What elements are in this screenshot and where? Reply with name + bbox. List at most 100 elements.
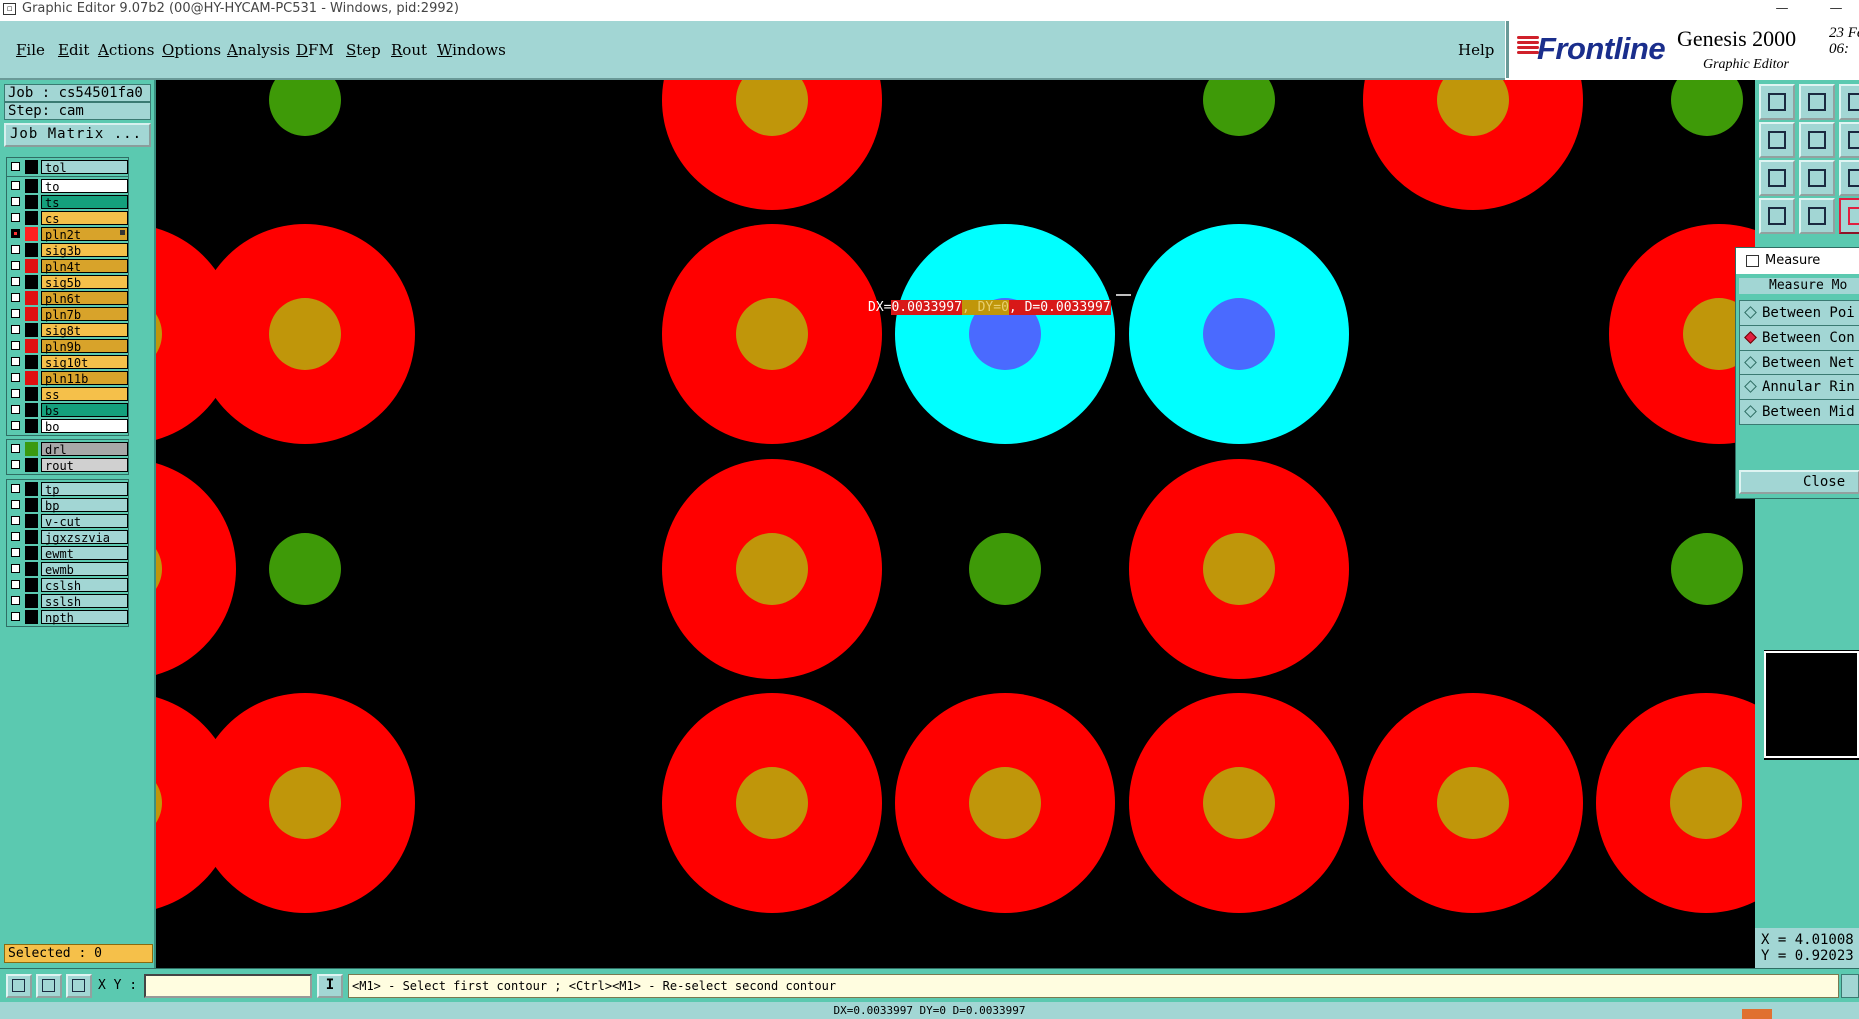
layer-name[interactable]: ewmb: [41, 562, 128, 577]
layer-name[interactable]: pln11b: [41, 371, 128, 386]
layer-checkbox[interactable]: [11, 341, 20, 350]
pad-hole[interactable]: [1670, 767, 1742, 839]
pan-left-button[interactable]: [1759, 122, 1795, 158]
layer-color-swatch[interactable]: [25, 323, 38, 337]
layer-row-sig3b[interactable]: sig3b: [7, 242, 128, 258]
layer-color-swatch[interactable]: [25, 458, 38, 472]
layer-checkbox[interactable]: [11, 325, 20, 334]
drill-hit[interactable]: [1203, 80, 1275, 136]
layer-checkbox[interactable]: [11, 516, 20, 525]
layer-checkbox[interactable]: [11, 460, 20, 469]
layer-checkbox[interactable]: [11, 373, 20, 382]
layer-checkbox[interactable]: [11, 421, 20, 430]
drill-hit[interactable]: [1671, 80, 1743, 136]
layer-name[interactable]: pln9b: [41, 339, 128, 354]
menu-file[interactable]: File: [16, 41, 45, 59]
pad-hole[interactable]: [969, 767, 1041, 839]
layer-row-pln4t[interactable]: pln4t: [7, 258, 128, 274]
radio-icon[interactable]: [1744, 405, 1757, 418]
layer-checkbox[interactable]: [11, 580, 20, 589]
layer-color-swatch[interactable]: [25, 371, 38, 385]
measure-tool-button[interactable]: [1839, 198, 1859, 234]
layer-color-swatch[interactable]: [25, 387, 38, 401]
layer-row-ewmb[interactable]: ewmb: [7, 561, 128, 577]
layer-name[interactable]: tol: [41, 160, 128, 175]
layer-row-ts[interactable]: ts: [7, 194, 128, 210]
layer-name[interactable]: ewmt: [41, 546, 128, 561]
zoom-center-button[interactable]: [1799, 160, 1835, 196]
layer-row-pln11b[interactable]: pln11b: [7, 370, 128, 386]
layer-checkbox[interactable]: [11, 277, 20, 286]
layer-color-swatch[interactable]: [25, 562, 38, 576]
layer-row-ss[interactable]: ss: [7, 386, 128, 402]
layer-name[interactable]: bs: [41, 403, 128, 418]
layer-color-swatch[interactable]: [25, 546, 38, 560]
canvas-drawing[interactable]: [156, 80, 1755, 968]
zoom-fit-button[interactable]: [1759, 160, 1795, 196]
layer-name[interactable]: bp: [41, 498, 128, 513]
close-window-button[interactable]: —: [1816, 0, 1856, 20]
layer-row-pln9b[interactable]: pln9b: [7, 338, 128, 354]
layer-name[interactable]: pln6t: [41, 291, 128, 306]
drill-hit[interactable]: [269, 80, 341, 136]
layer-checkbox[interactable]: [11, 484, 20, 493]
layer-checkbox[interactable]: [11, 389, 20, 398]
layer-row-v-cut[interactable]: v-cut: [7, 513, 128, 529]
layer-checkbox[interactable]: [11, 532, 20, 541]
layer-row-pln6t[interactable]: pln6t: [7, 290, 128, 306]
layer-name[interactable]: jgxzszvia: [41, 530, 128, 545]
layer-color-swatch[interactable]: [25, 160, 38, 174]
radio-icon[interactable]: [1744, 356, 1757, 369]
layer-row-tol[interactable]: tol: [7, 159, 128, 175]
layer-row-sig10t[interactable]: sig10t: [7, 354, 128, 370]
radio-icon[interactable]: [1744, 380, 1757, 393]
layer-checkbox[interactable]: [11, 293, 20, 302]
layer-checkbox[interactable]: [11, 357, 20, 366]
layer-row-tp[interactable]: tp: [7, 481, 128, 497]
layer-name[interactable]: sig3b: [41, 243, 128, 258]
layer-checkbox[interactable]: [11, 229, 20, 238]
layer-row-npth[interactable]: npth: [7, 609, 128, 625]
info-button[interactable]: I: [317, 974, 343, 998]
layer-row-pln7b[interactable]: pln7b: [7, 306, 128, 322]
layer-row-rout[interactable]: rout: [7, 457, 128, 473]
layer-checkbox[interactable]: [11, 405, 20, 414]
zoom-one-to-one-button[interactable]: [1839, 160, 1859, 196]
layer-color-swatch[interactable]: [25, 307, 38, 321]
layer-name[interactable]: drl: [41, 442, 128, 457]
layer-checkbox[interactable]: [11, 181, 20, 190]
layer-color-swatch[interactable]: [25, 442, 38, 456]
menu-dfm[interactable]: DFM: [296, 41, 334, 59]
zoom-home-button[interactable]: [1759, 84, 1795, 120]
minimize-button[interactable]: —: [1762, 0, 1802, 20]
menu-options[interactable]: Options: [162, 41, 221, 59]
pad-hole[interactable]: [736, 533, 808, 605]
layer-name[interactable]: v-cut: [41, 514, 128, 529]
layer-row-cslsh[interactable]: cslsh: [7, 577, 128, 593]
layer-checkbox[interactable]: [11, 444, 20, 453]
grid-snap-button[interactable]: [66, 974, 92, 998]
layer-checkbox[interactable]: [11, 564, 20, 573]
layer-checkbox[interactable]: [11, 261, 20, 270]
overview-frame[interactable]: [1764, 651, 1859, 758]
menu-rout[interactable]: Rout: [391, 41, 427, 59]
save-view-button[interactable]: [1839, 84, 1859, 120]
layer-name[interactable]: pln2t: [41, 227, 128, 242]
pad[interactable]: [156, 459, 236, 679]
layer-name[interactable]: cs: [41, 211, 128, 226]
layer-row-sig8t[interactable]: sig8t: [7, 322, 128, 338]
layer-name[interactable]: rout: [41, 458, 128, 473]
layer-checkbox[interactable]: [11, 213, 20, 222]
pad-hole[interactable]: [269, 767, 341, 839]
layer-color-swatch[interactable]: [25, 227, 38, 241]
menu-edit[interactable]: Edit: [58, 41, 89, 59]
layer-checkbox[interactable]: [11, 612, 20, 621]
menu-help[interactable]: Help: [1458, 41, 1494, 59]
layer-checkbox[interactable]: [11, 596, 20, 605]
menu-analysis[interactable]: Analysis: [227, 41, 290, 59]
layer-color-swatch[interactable]: [25, 594, 38, 608]
measure-option[interactable]: Between Con: [1739, 325, 1859, 351]
pan-down-button[interactable]: [1799, 84, 1835, 120]
layer-color-swatch[interactable]: [25, 514, 38, 528]
layer-color-swatch[interactable]: [25, 179, 38, 193]
